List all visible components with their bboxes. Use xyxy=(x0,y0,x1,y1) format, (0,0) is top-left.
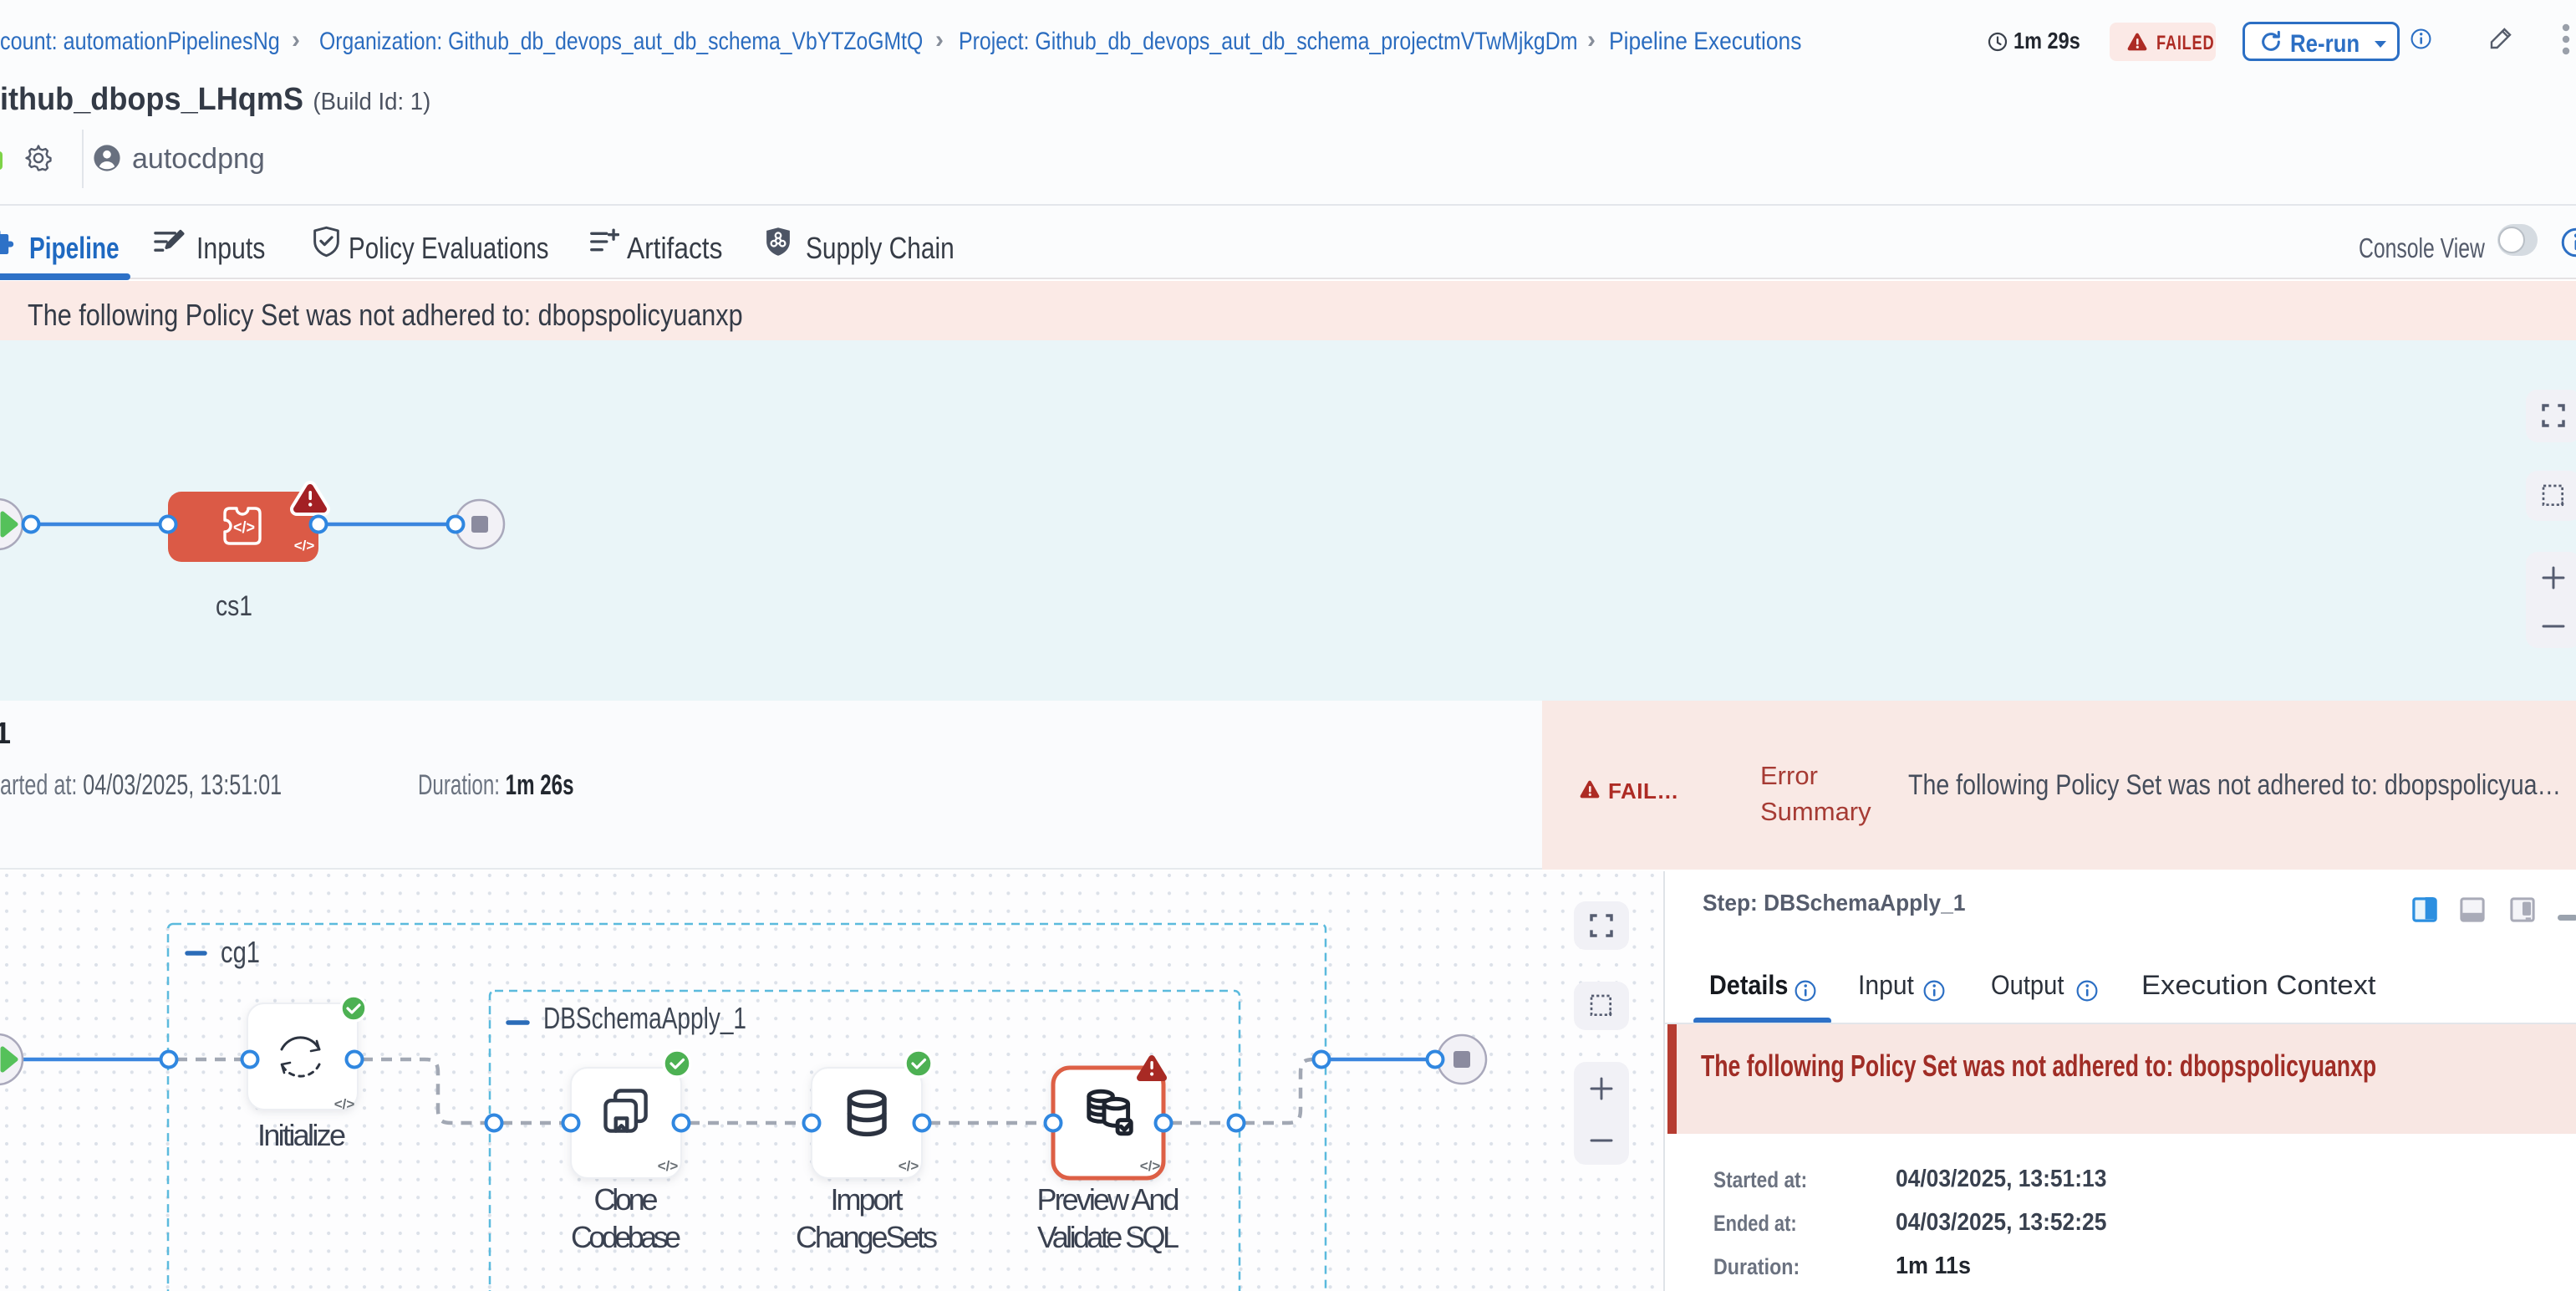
svg-text:</>: </> xyxy=(233,519,255,537)
svg-text:Preview And: Preview And xyxy=(1037,1182,1180,1217)
svg-text:Validate SQL: Validate SQL xyxy=(1037,1220,1179,1254)
svg-text:Import: Import xyxy=(831,1182,904,1217)
svg-text:Clone: Clone xyxy=(594,1182,659,1217)
svg-text:</>: </> xyxy=(658,1158,679,1174)
svg-text:</>: </> xyxy=(899,1158,919,1174)
svg-text:DBSchemaApply_1: DBSchemaApply_1 xyxy=(543,1001,746,1035)
svg-text:</>: </> xyxy=(1140,1158,1161,1174)
svg-text:</>: </> xyxy=(334,1096,355,1112)
svg-text:</>: </> xyxy=(294,538,315,554)
svg-text:ChangeSets: ChangeSets xyxy=(796,1220,938,1254)
svg-text:Codebase: Codebase xyxy=(571,1220,681,1254)
svg-text:Initialize: Initialize xyxy=(257,1118,346,1152)
svg-text:cg1: cg1 xyxy=(221,935,260,969)
svg-text:cs1: cs1 xyxy=(216,590,252,622)
